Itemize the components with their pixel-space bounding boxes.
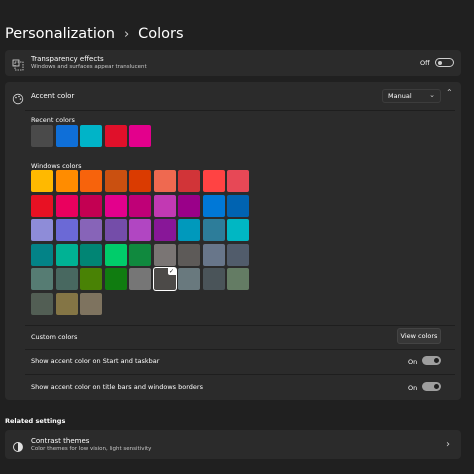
title-bars-label: Show accent color on title bars and wind… [31,383,203,391]
color-swatch[interactable] [202,243,225,266]
transparency-effects-card: Transparency effects Windows and surface… [5,50,461,76]
accent-color-title: Accent color [31,92,75,100]
contrast-icon [12,438,26,452]
chevron-right-icon: › [446,439,450,450]
color-swatch[interactable] [31,170,53,192]
color-swatch[interactable] [104,268,127,290]
toggle-knob [438,60,442,65]
color-swatch[interactable] [80,243,102,266]
accent-mode-value: Manual [388,92,412,100]
color-swatch[interactable] [31,194,53,217]
windows-colors-label: Windows colors [31,162,82,170]
related-settings-heading: Related settings [5,417,66,425]
color-swatch[interactable] [80,170,102,192]
color-swatch[interactable] [104,243,127,266]
color-swatch[interactable] [104,170,127,192]
color-swatch[interactable] [227,268,249,290]
divider [25,110,455,111]
color-swatch[interactable] [55,268,78,290]
accent-mode-dropdown[interactable]: Manual ⌄ [382,89,441,103]
start-taskbar-state-label: On [408,358,418,366]
color-swatch[interactable] [227,194,249,217]
breadcrumb-separator: › [123,26,130,42]
color-swatch[interactable] [55,194,78,217]
checkmark-icon: ✓ [167,268,176,275]
color-swatch[interactable] [202,194,225,217]
contrast-themes-subtitle: Color themes for low vision, light sensi… [31,446,152,452]
color-swatch[interactable] [227,170,249,192]
start-taskbar-toggle[interactable] [422,356,441,365]
divider [25,325,455,326]
color-swatch[interactable] [80,268,102,290]
color-swatch[interactable] [227,243,249,266]
color-swatch[interactable] [80,219,102,241]
toggle-knob [434,384,439,389]
color-swatch[interactable] [80,194,102,217]
color-swatch[interactable] [153,170,176,192]
collapse-chevron-icon[interactable]: ⌃ [446,88,453,97]
color-swatch[interactable] [129,125,151,147]
color-swatch[interactable] [202,268,225,290]
transparency-toggle[interactable] [435,58,454,67]
contrast-themes-title: Contrast themes [31,437,90,445]
title-bars-toggle[interactable] [422,382,441,391]
transparency-state-label: Off [420,59,430,67]
color-swatch[interactable] [55,243,78,266]
color-swatch[interactable] [202,219,225,241]
color-swatch[interactable] [104,219,127,241]
color-swatch[interactable] [104,194,127,217]
color-swatch[interactable] [178,243,200,266]
color-swatch[interactable] [178,219,200,241]
color-swatch[interactable] [31,219,53,241]
color-swatch[interactable] [31,268,53,290]
custom-colors-label: Custom colors [31,333,78,341]
color-swatch[interactable] [202,170,225,192]
color-swatch[interactable] [153,243,176,266]
color-swatch[interactable] [178,268,200,290]
transparency-subtitle: Windows and surfaces appear translucent [31,64,147,70]
transparency-icon [12,56,26,71]
color-swatch[interactable] [31,292,53,315]
color-swatch[interactable]: ✓ [153,268,176,290]
color-swatch[interactable] [178,170,200,192]
color-swatch[interactable] [80,125,102,147]
color-swatch[interactable] [55,125,78,147]
color-swatch[interactable] [178,194,200,217]
toggle-knob [434,358,439,363]
color-swatch[interactable] [129,170,151,192]
breadcrumb: Personalization › Colors [5,23,184,45]
divider [25,349,455,350]
start-taskbar-label: Show accent color on Start and taskbar [31,357,160,365]
color-swatch[interactable] [227,219,249,241]
color-swatch[interactable] [153,194,176,217]
color-swatch[interactable] [129,194,151,217]
color-swatch[interactable] [129,243,151,266]
color-swatch[interactable] [129,219,151,241]
chevron-down-icon: ⌄ [429,91,435,99]
color-swatch[interactable] [31,243,53,266]
transparency-title: Transparency effects [31,55,104,63]
page-title: Colors [138,26,184,42]
color-swatch[interactable] [153,219,176,241]
title-bars-state-label: On [408,384,418,392]
recent-colors-label: Recent colors [31,116,75,124]
color-swatch[interactable] [80,292,102,315]
color-swatch[interactable] [55,170,78,192]
divider [25,374,455,375]
breadcrumb-parent[interactable]: Personalization [5,26,115,42]
color-swatch[interactable] [104,125,127,147]
view-colors-button[interactable]: View colors [397,328,441,344]
color-swatch[interactable] [129,268,151,290]
contrast-themes-card[interactable]: Contrast themes Color themes for low vis… [5,430,461,459]
palette-icon [12,90,26,105]
color-swatch[interactable] [31,125,53,147]
color-swatch[interactable] [55,292,78,315]
color-swatch[interactable] [55,219,78,241]
